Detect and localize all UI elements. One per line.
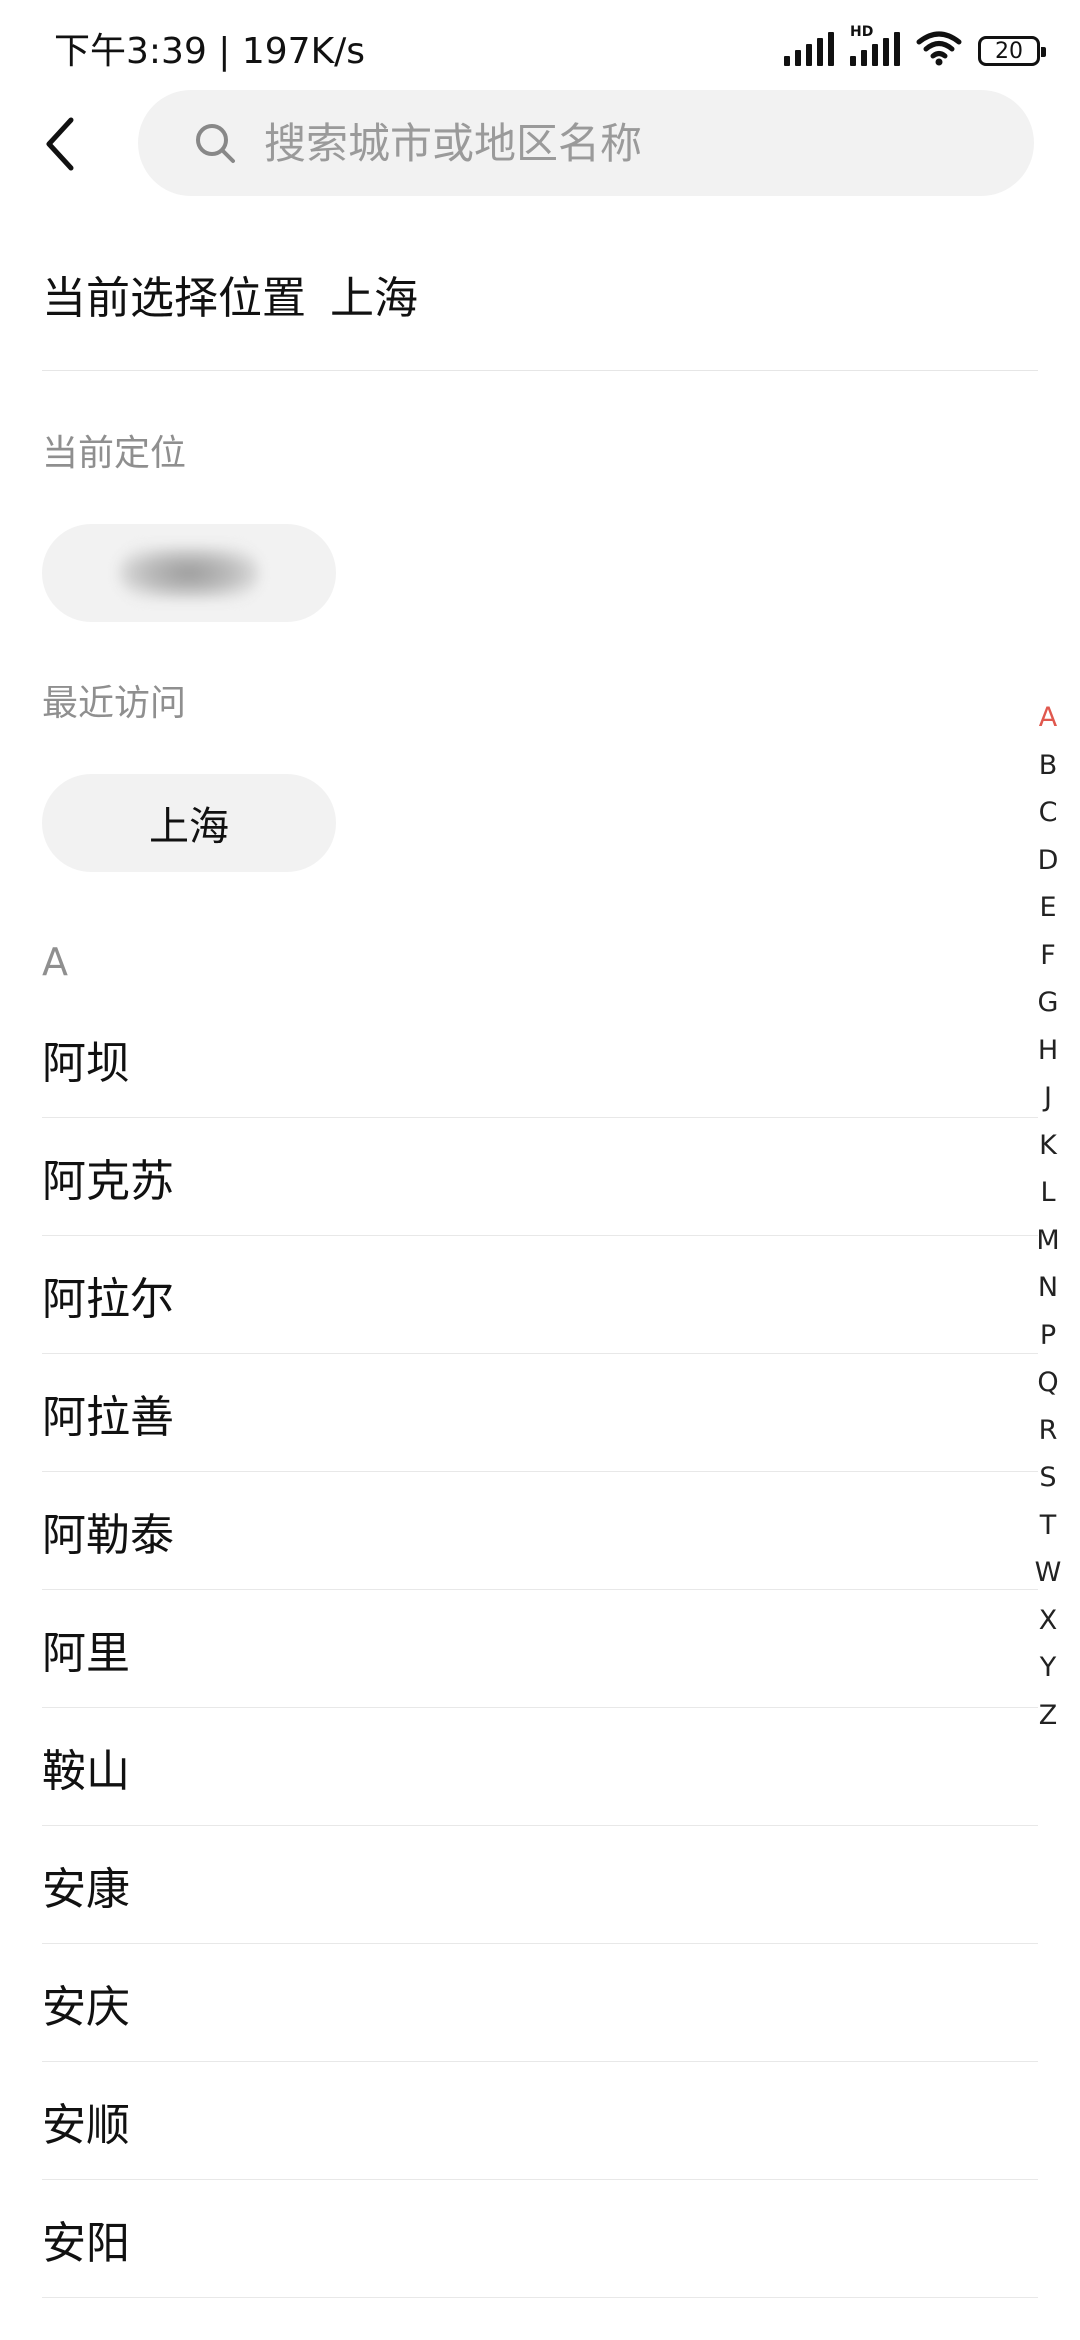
- signal-icon: [784, 30, 834, 66]
- index-letter-z[interactable]: Z: [1039, 1692, 1058, 1740]
- search-icon: [196, 124, 235, 163]
- index-letter-s[interactable]: S: [1039, 1454, 1056, 1502]
- current-location-chip[interactable]: [42, 524, 336, 622]
- index-letter-x[interactable]: X: [1039, 1597, 1058, 1645]
- chevron-left-icon: [46, 117, 74, 171]
- back-button[interactable]: [30, 104, 90, 184]
- index-letter-f[interactable]: F: [1040, 932, 1056, 980]
- index-letter-c[interactable]: C: [1039, 789, 1058, 837]
- index-letter-y[interactable]: Y: [1040, 1644, 1057, 1692]
- city-item[interactable]: 阿里: [42, 1590, 1038, 1708]
- divider: [42, 370, 1038, 371]
- index-letter-l[interactable]: L: [1040, 1169, 1055, 1217]
- index-letter-b[interactable]: B: [1039, 742, 1058, 790]
- city-item[interactable]: 安阳: [42, 2180, 1038, 2298]
- index-letter-d[interactable]: D: [1038, 837, 1059, 885]
- battery-icon: 20: [978, 36, 1046, 66]
- city-picker-screen: 下午3:39 | 197K/s HD 20 搜索城市或地区名称 当前选择位置 上…: [0, 0, 1080, 2340]
- city-item[interactable]: 阿坝: [42, 1000, 1038, 1118]
- status-bar: 下午3:39 | 197K/s HD 20: [0, 0, 1080, 90]
- index-letter-g[interactable]: G: [1038, 979, 1059, 1027]
- battery-level: 20: [995, 38, 1023, 64]
- letter-header: A: [42, 940, 68, 984]
- search-input[interactable]: [262, 117, 966, 169]
- alphabet-index-bar[interactable]: ABCDEFGHJKLMNPQRSTWXYZ: [1030, 694, 1066, 1739]
- index-letter-t[interactable]: T: [1040, 1502, 1057, 1550]
- index-letter-w[interactable]: W: [1035, 1549, 1062, 1597]
- index-letter-h[interactable]: H: [1038, 1027, 1058, 1075]
- index-letter-r[interactable]: R: [1039, 1407, 1058, 1455]
- blurred-location: [119, 547, 259, 599]
- index-letter-k[interactable]: K: [1039, 1122, 1057, 1170]
- current-location-label: 当前定位: [42, 433, 187, 474]
- current-selection-label: 当前选择位置: [42, 273, 306, 324]
- index-letter-a[interactable]: A: [1039, 694, 1057, 742]
- index-letter-e[interactable]: E: [1039, 884, 1056, 932]
- hd-signal-icon: HD: [850, 24, 900, 66]
- city-item[interactable]: 阿克苏: [42, 1118, 1038, 1236]
- search-box[interactable]: [138, 90, 1034, 196]
- wifi-icon: [916, 30, 962, 66]
- city-item[interactable]: 安庆: [42, 1944, 1038, 2062]
- status-time-speed: 下午3:39 | 197K/s: [54, 31, 366, 72]
- city-item[interactable]: 鞍山: [42, 1708, 1038, 1826]
- recent-label: 最近访问: [42, 683, 187, 724]
- recent-city-label: 上海: [149, 804, 229, 850]
- city-item[interactable]: 安顺: [42, 2062, 1038, 2180]
- city-item[interactable]: 安康: [42, 1826, 1038, 1944]
- current-selection-city: 上海: [330, 273, 418, 324]
- city-item[interactable]: 阿拉善: [42, 1354, 1038, 1472]
- index-letter-j[interactable]: J: [1044, 1074, 1052, 1122]
- city-item[interactable]: 阿拉尔: [42, 1236, 1038, 1354]
- status-icons: HD 20: [784, 24, 1046, 66]
- index-letter-p[interactable]: P: [1040, 1312, 1056, 1360]
- index-letter-q[interactable]: Q: [1037, 1359, 1058, 1407]
- index-letter-m[interactable]: M: [1036, 1217, 1059, 1265]
- city-list: 阿坝 阿克苏 阿拉尔 阿拉善 阿勒泰 阿里 鞍山 安康 安庆 安顺 安阳: [42, 1000, 1038, 2298]
- city-item[interactable]: 阿勒泰: [42, 1472, 1038, 1590]
- hd-label: HD: [850, 24, 874, 40]
- recent-city-chip[interactable]: 上海: [42, 774, 336, 872]
- current-selection: 当前选择位置 上海: [42, 262, 418, 326]
- index-letter-n[interactable]: N: [1038, 1264, 1058, 1312]
